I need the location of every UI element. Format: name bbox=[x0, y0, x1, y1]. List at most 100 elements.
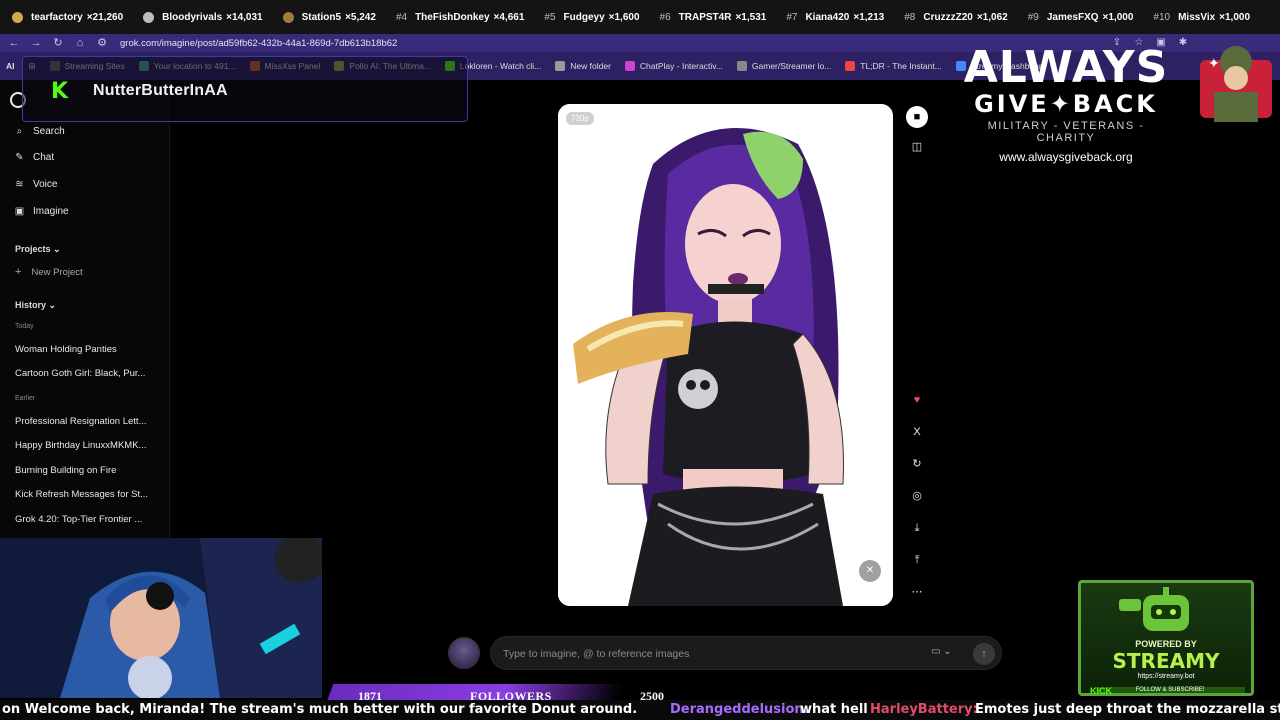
history-item[interactable]: Happy Birthday LinuxxMKMK... bbox=[15, 440, 146, 451]
more-icon[interactable]: ⋯ bbox=[906, 581, 928, 603]
agb-title: ALWAYS bbox=[963, 42, 1169, 93]
leaderboard-name: tearfactory bbox=[31, 11, 83, 23]
sidebar-item-chat[interactable]: ✎ Chat bbox=[14, 152, 54, 163]
grok-sidebar: ⌕ Search ✎ Chat ≋ Voice ▣ Imagine Projec… bbox=[0, 80, 170, 540]
kick-logo-icon: K bbox=[51, 79, 69, 104]
image-mode-icon[interactable]: ◫ bbox=[906, 136, 928, 158]
home-icon[interactable]: ⌂ bbox=[72, 35, 88, 51]
bookmark-favicon-icon bbox=[555, 61, 566, 71]
extensions-puzzle-icon[interactable]: ✱ bbox=[1176, 36, 1190, 50]
bookmark-item[interactable]: New folder bbox=[555, 61, 611, 71]
bookmark-label: Gamer/Streamer lo... bbox=[751, 61, 832, 71]
ai-shortcut[interactable]: AI bbox=[6, 61, 15, 71]
ticker-message: on Welcome back, Miranda! The stream's m… bbox=[2, 702, 638, 717]
history-item[interactable]: Cartoon Goth Girl: Black, Pur... bbox=[15, 368, 145, 379]
ticker-message: what hell bbox=[800, 702, 868, 717]
streamy-follow-text: FOLLOW & SUBSCRIBE! bbox=[1095, 687, 1245, 693]
ticker-username: HarleyBattery: bbox=[870, 702, 978, 717]
leaderboard-entry: Bloodyrivals × 14,031 bbox=[143, 11, 263, 23]
goth-girl-illustration bbox=[558, 104, 893, 606]
voice-icon: ≋ bbox=[15, 179, 24, 190]
back-icon[interactable]: ← bbox=[6, 35, 22, 51]
new-project-label: New Project bbox=[31, 266, 83, 278]
send-button[interactable]: ↑ bbox=[973, 643, 995, 665]
sidebar-item-search[interactable]: ⌕ Search bbox=[14, 126, 65, 137]
leaderboard-rank: #9 bbox=[1027, 11, 1039, 23]
leaderboard-name: MissVix bbox=[1178, 11, 1216, 23]
edit-image-icon[interactable]: ◎ bbox=[906, 485, 928, 507]
generated-image[interactable]: 720p ✕ bbox=[558, 104, 893, 606]
url-field[interactable]: grok.com/imagine/post/ad59fb62-432b-44a1… bbox=[120, 38, 397, 49]
bookmark-item[interactable]: TL;DR - The Instant... bbox=[845, 61, 942, 71]
bookmark-favicon-icon bbox=[845, 61, 856, 71]
leaderboard-name: CruzzzZ20 bbox=[923, 11, 973, 23]
history-item[interactable]: Kick Refresh Messages for St... bbox=[15, 489, 148, 500]
leaderboard-score: 4,661 bbox=[499, 11, 525, 23]
leaderboard-score: 1,213 bbox=[859, 11, 885, 23]
site-info-icon[interactable]: ⚙ bbox=[94, 35, 110, 51]
chevron-down-icon: ⌄ bbox=[943, 646, 952, 657]
reload-icon[interactable]: ↻ bbox=[50, 35, 66, 51]
medal-icon bbox=[282, 11, 294, 23]
bookmark-label: Lokloren - Watch cli... bbox=[459, 61, 542, 71]
svg-text:✦: ✦ bbox=[1208, 56, 1220, 72]
video-icon[interactable]: ■ bbox=[906, 106, 928, 128]
reference-image-avatar[interactable] bbox=[448, 637, 480, 669]
resolution-badge: 720p bbox=[566, 112, 594, 125]
chevron-down-icon: ⌄ bbox=[53, 244, 61, 254]
leaderboard-name: TRAPST4R bbox=[678, 11, 732, 23]
leaderboard-name: Fudgeyy bbox=[563, 11, 605, 23]
chevron-down-icon: ⌄ bbox=[48, 300, 57, 310]
prompt-bar: ▭ ⌄ ↑ bbox=[490, 636, 1002, 670]
heart-icon[interactable]: ♥ bbox=[906, 389, 928, 411]
medal-icon bbox=[12, 11, 23, 23]
mode-select[interactable]: ▭ ⌄ bbox=[931, 646, 952, 657]
leaderboard-score: 1,600 bbox=[614, 11, 640, 23]
chat-icon: ✎ bbox=[15, 152, 24, 163]
leaderboard-entry: #6 TRAPST4R × 1,531 bbox=[660, 12, 767, 23]
regenerate-icon[interactable]: ↻ bbox=[906, 453, 928, 475]
earlier-label: Earlier bbox=[15, 395, 36, 402]
bookmark-item[interactable]: ChatPlay - Interactiv... bbox=[624, 61, 723, 71]
streamy-title: STREAMY bbox=[1112, 649, 1220, 673]
streamy-url: https://streamy.bot bbox=[1137, 673, 1195, 680]
x-share-icon[interactable]: X bbox=[906, 421, 928, 443]
history-item[interactable]: Professional Resignation Lett... bbox=[15, 416, 147, 427]
bookmark-item[interactable]: Gamer/Streamer lo... bbox=[736, 61, 832, 71]
history-heading[interactable]: History ⌄ bbox=[15, 300, 56, 311]
leaderboard-score: 5,242 bbox=[350, 11, 376, 23]
ticker-username: Derangeddelusion: bbox=[670, 702, 809, 717]
sidebar-item-imagine[interactable]: ▣ Imagine bbox=[14, 206, 69, 217]
projects-heading[interactable]: Projects ⌄ bbox=[15, 244, 61, 255]
history-item[interactable]: Burning Building on Fire bbox=[15, 465, 116, 476]
leaderboard-score: 1,531 bbox=[741, 11, 767, 23]
chat-ticker: on Welcome back, Miranda! The stream's m… bbox=[0, 700, 1280, 720]
new-project-button[interactable]: + New Project bbox=[15, 266, 83, 278]
leaderboard-entry: #10 MissVix × 1,000 bbox=[1153, 12, 1250, 23]
plus-icon: + bbox=[15, 266, 22, 278]
leaderboard-name: Bloodyrivals bbox=[162, 11, 223, 23]
sidebar-item-label: Voice bbox=[33, 179, 58, 190]
search-icon: ⌕ bbox=[16, 126, 23, 137]
streamy-robot-icon bbox=[1119, 587, 1189, 631]
history-item[interactable]: Grok 4.20: Top-Tier Frontier ... bbox=[15, 514, 142, 525]
video-mode-icon: ▭ bbox=[931, 646, 941, 657]
bookmark-label: New folder bbox=[570, 61, 611, 71]
share-icon[interactable]: ⤒ bbox=[906, 549, 928, 571]
leaderboard-score: 1,062 bbox=[982, 11, 1008, 23]
webcam-feed bbox=[0, 538, 322, 698]
streamer-webcam-image bbox=[0, 538, 322, 698]
leaderboard-entry: #7 Kiana420 × 1,213 bbox=[786, 12, 884, 23]
agb-tagline: MILITARY - VETERANS - CHARITY bbox=[987, 120, 1145, 144]
leaderboard-entry: #8 CruzzzZ20 × 1,062 bbox=[904, 12, 1007, 23]
sidebar-item-voice[interactable]: ≋ Voice bbox=[14, 179, 57, 190]
forward-icon[interactable]: → bbox=[28, 35, 44, 51]
leaderboard-rank: #8 bbox=[904, 11, 916, 23]
download-icon[interactable]: ⤓ bbox=[906, 517, 928, 539]
mute-icon[interactable]: ✕ bbox=[859, 560, 881, 582]
leaderboard-entry: Station5 × 5,242 bbox=[282, 11, 376, 23]
leaderboard-rank: #5 bbox=[544, 11, 556, 23]
history-item[interactable]: Woman Holding Panties bbox=[15, 344, 117, 355]
imagine-prompt-input[interactable] bbox=[503, 646, 903, 662]
leaderboard-score: 1,000 bbox=[1225, 11, 1251, 23]
